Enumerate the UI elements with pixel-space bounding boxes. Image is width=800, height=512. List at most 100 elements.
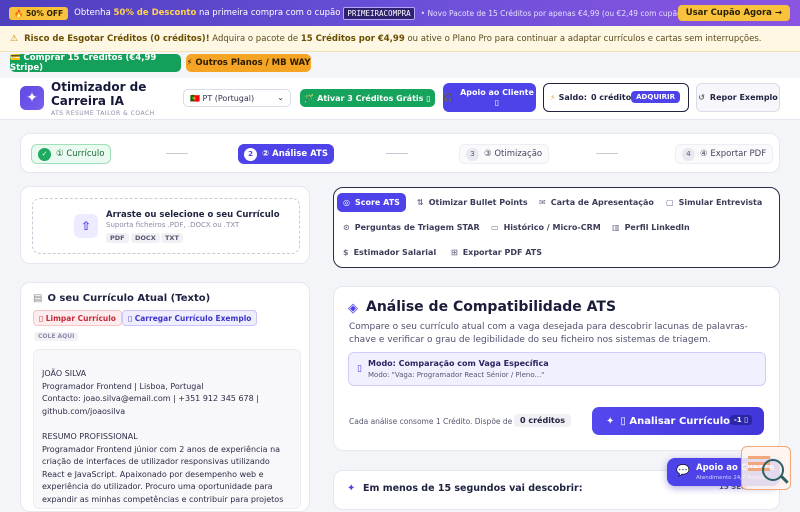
resume-dropzone[interactable]: ⇧ Arraste ou selecione o seu Currículo S… (32, 198, 300, 254)
tab-label: Simular Entrevista (678, 198, 763, 207)
analysis-description: Compare o seu currículo atual com a vaga… (349, 322, 748, 345)
step-otimizacao[interactable]: 3 ③ Otimização (459, 144, 550, 164)
analyze-resume-button[interactable]: ✦ ▯ Analisar Currículo -1 ▯ (592, 407, 764, 435)
purchase-actions: 💳 Comprar 15 Créditos (€4,99 Stripe) ⚡ O… (0, 52, 800, 74)
mode-title: Modo: Comparação com Vaga Específica (368, 359, 549, 368)
step-connector (386, 153, 408, 154)
balance-box: ⚡ Saldo: 0 créditos ADQUIRIR (543, 83, 689, 112)
ats-analysis-card: ◈ Análise de Compatibilidade ATS Compare… (333, 286, 780, 451)
current-resume-card: ▤ O seu Currículo Atual (Texto) ▯ Limpar … (20, 282, 310, 512)
step-label: ③ Otimização (484, 149, 543, 159)
reset-example-button[interactable]: ↺ Repor Exemplo (696, 83, 780, 112)
sparkle-icon: ✦ (347, 483, 356, 494)
comparison-mode-box[interactable]: ▯ Modo: Comparação com Vaga Específica M… (348, 352, 766, 386)
step-exportar-pdf[interactable]: 4 ④ Exportar PDF (675, 144, 774, 164)
tab-label: Score ATS (354, 198, 400, 207)
tool-tabs: ◎ Score ATS ⇅ Otimizar Bullet Points ✉ Cart… (333, 187, 780, 268)
export-icon: ⊞ (451, 248, 458, 257)
magnifier-widget[interactable] (741, 446, 791, 490)
discover-title: Em menos de 15 segundos vai descobrir: (363, 483, 583, 494)
step-curriculo[interactable]: ✓ ① Currículo (31, 144, 112, 164)
credits-badge: 0 créditos (514, 414, 572, 427)
sort-icon: ⇅ (417, 198, 424, 207)
step-label: ④ Exportar PDF (700, 149, 767, 159)
language-label: 🇵🇹 PT (Portugal) (190, 93, 255, 103)
tab-interview-sim[interactable]: ▢ Simular Entrevista (660, 193, 768, 212)
tab-score-ats[interactable]: ◎ Score ATS (337, 193, 406, 212)
step-number: 2 (244, 147, 257, 161)
chevron-down-icon: ⌄ (277, 93, 284, 102)
format-badge: DOCX (131, 233, 160, 243)
buy-credits-button[interactable]: ADQUIRIR (631, 91, 680, 103)
tab-label: Exportar PDF ATS (462, 248, 542, 257)
chat-icon: ▢ (666, 198, 674, 207)
reset-example-label: Repor Exemplo (709, 92, 778, 102)
clear-resume-button[interactable]: ▯ Limpar Currículo (33, 310, 122, 326)
sparkle-icon: ✦ (606, 415, 615, 427)
use-coupon-button[interactable]: Usar Cupão Agora → (677, 5, 790, 21)
resume-section-title: ▤ O seu Currículo Atual (Texto) (33, 293, 211, 304)
target-icon: ◎ (343, 198, 350, 207)
upload-title: Arraste ou selecione o seu Currículo (106, 210, 280, 220)
upload-icon: ⇧ (74, 214, 98, 238)
support-label: Apoio ao Cliente ▯ (460, 87, 534, 107)
info-icon: ▯ (357, 364, 362, 374)
warning-text: Risco de Esgotar Créditos (0 créditos)! … (24, 33, 762, 44)
tab-history-crm[interactable]: ▭ Histórico / Micro-CRM (485, 218, 607, 237)
tab-label: Carta de Apresentação (550, 198, 654, 207)
cost-note: Cada análise consome 1 Crédito. Dispõe d… (349, 417, 513, 426)
analyze-label: ▯ Analisar Currículo (620, 415, 731, 427)
chat-bubble-icon: 💬 (676, 464, 690, 477)
headset-icon: 🎧 (443, 92, 453, 102)
folder-icon: ▭ (491, 223, 499, 232)
resume-textarea[interactable]: JOÃO SILVA Programador Frontend | Lisboa… (33, 349, 301, 509)
promo-subtext: • Novo Pacote de 15 Créditos por apenas … (420, 8, 687, 18)
balance-label: Saldo: (558, 93, 587, 102)
paste-here-label: COLE AQUI (34, 332, 79, 341)
bolt-icon: ⚡ (550, 93, 556, 102)
document-icon: ▤ (33, 293, 43, 304)
progress-steps: ✓ ① Currículo 2 ② Análise ATS 3 ③ Otimizaçã… (20, 133, 780, 173)
tab-linkedin-profile[interactable]: ▥ Perfil LinkedIn (606, 218, 696, 237)
tab-star-questions[interactable]: ⊙ Perguntas de Triagem STAR (337, 218, 486, 237)
mode-subtitle: Modo: "Vaga: Programador React Sénior / … (368, 371, 545, 379)
buy-15-credits-button[interactable]: 💳 Comprar 15 Créditos (€4,99 Stripe) (10, 53, 181, 73)
tab-salary-estimator[interactable]: $ Estimador Salarial (337, 243, 442, 262)
step-analise-ats[interactable]: 2 ② Análise ATS (238, 144, 334, 164)
app-logo-icon: ✦ (20, 86, 44, 110)
activate-free-credits-button[interactable]: 🪄 Ativar 3 Créditos Grátis ▯ (300, 89, 435, 107)
step-connector (166, 153, 188, 154)
tab-label: Otimizar Bullet Points (428, 198, 528, 207)
tab-label: Histórico / Micro-CRM (503, 223, 601, 232)
low-credits-warning: ⚠ Risco de Esgotar Créditos (0 créditos)… (0, 26, 800, 52)
linkedin-icon: ▥ (612, 223, 620, 232)
tab-cover-letter[interactable]: ✉ Carta de Apresentação (533, 193, 660, 212)
app-subtitle: ATS RESUME TAILOR & COACH (51, 110, 155, 117)
format-badge: PDF (106, 233, 129, 243)
load-example-resume-button[interactable]: ▯ Carregar Currículo Exemplo (122, 310, 258, 326)
tab-optimize-bullets[interactable]: ⇅ Otimizar Bullet Points (411, 193, 534, 212)
tab-export-pdf-ats[interactable]: ⊞ Exportar PDF ATS (445, 243, 548, 262)
step-label: ① Currículo (56, 149, 105, 159)
step-number: 3 (466, 147, 479, 161)
app-title: Otimizador de Carreira IA (51, 80, 147, 108)
promo-text: Obtenha 50% de Desconto na primeira comp… (74, 8, 341, 18)
mail-icon: ✉ (539, 198, 546, 207)
support-button[interactable]: 🎧 Apoio ao Cliente ▯ (443, 83, 536, 112)
promo-banner: 🔥 50% OFF Obtenha 50% de Desconto na pri… (0, 0, 800, 26)
step-check-icon: ✓ (38, 147, 51, 161)
question-icon: ⊙ (343, 223, 350, 232)
upload-subtitle: Suporta ficheiros .PDF, .DOCX ou .TXT (106, 221, 240, 229)
tab-label: Estimador Salarial (353, 248, 437, 257)
tab-label: Perguntas de Triagem STAR (354, 223, 480, 232)
balance-value: 0 créditos (590, 92, 636, 102)
upload-card: ⇧ Arraste ou selecione o seu Currículo S… (20, 186, 310, 264)
warning-icon: ⚠ (10, 33, 19, 44)
magnifier-handle (780, 475, 789, 484)
chip-icon: ◈ (348, 301, 358, 316)
other-plans-button[interactable]: ⚡ Outros Planos / MB WAY (186, 54, 311, 72)
app-header: ✦ Otimizador de Carreira IA ATS RESUME T… (0, 78, 800, 120)
step-label: ② Análise ATS (262, 149, 328, 159)
language-select[interactable]: 🇵🇹 PT (Portugal) ⌄ (183, 89, 291, 107)
lines-icon (748, 456, 770, 459)
